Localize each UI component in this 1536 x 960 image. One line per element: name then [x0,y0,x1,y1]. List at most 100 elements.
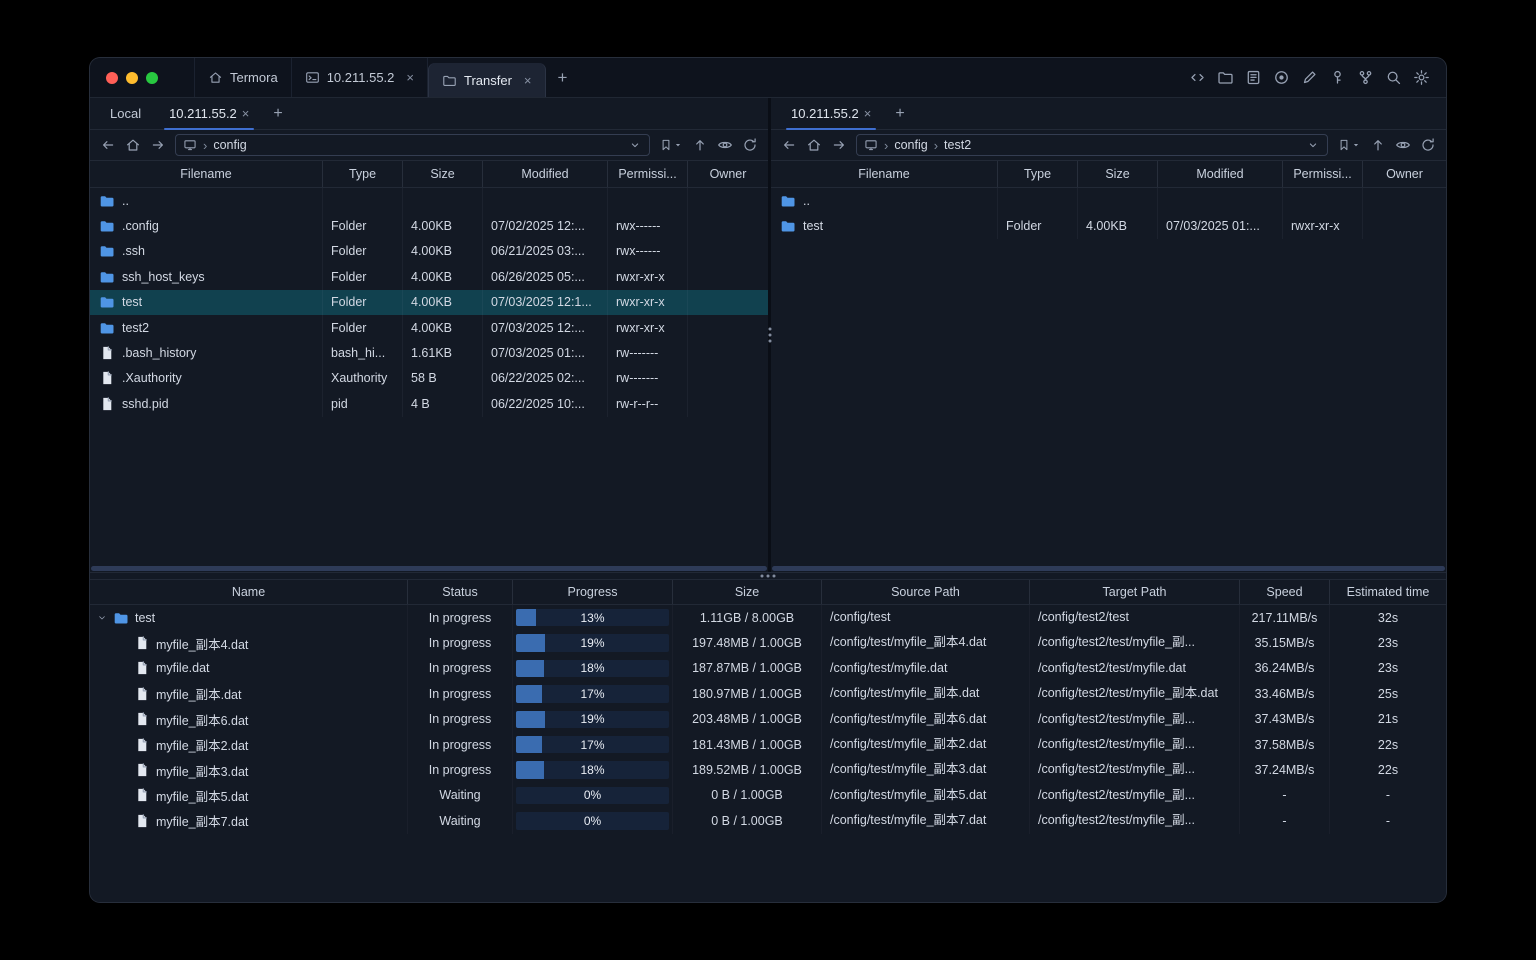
column-header-type[interactable]: Type [998,161,1078,187]
transfer-row-myfile.dat[interactable]: myfile.dat In progress 18% 187.87MB / 1.00G… [90,655,1446,682]
column-header-target-path[interactable]: Target Path [1030,580,1240,604]
splitter-grip-icon[interactable] [760,574,776,578]
vertical-splitter[interactable] [768,98,771,572]
transfer-row-test[interactable]: test In progress 13% 1.11GB / 8.00GB/config… [90,605,1446,631]
column-header-owner[interactable]: Owner [1363,161,1446,187]
new-window-tab-button[interactable]: + [546,68,580,88]
breadcrumb-segment[interactable]: config [213,138,246,152]
column-header-modified[interactable]: Modified [1158,161,1283,187]
column-header-status[interactable]: Status [408,580,513,604]
refresh-icon[interactable] [742,137,758,153]
chevron-down-icon[interactable] [628,138,642,152]
notebook-icon[interactable] [1245,69,1262,86]
scrollbar-thumb[interactable] [91,566,767,571]
branch-icon[interactable] [1357,69,1374,86]
window-tab-termora[interactable]: Termora [194,58,292,97]
splitter-grip-icon[interactable] [768,327,771,343]
file-row-test[interactable]: test Folder 4.00KB 07/03/2025 12:1... rwxr-x… [90,289,768,315]
record-icon[interactable] [1273,69,1290,86]
file-row-.bash-history[interactable]: .bash_history bash_hi... 1.61KB 07/03/2025 … [90,340,768,366]
file-row-.ssh[interactable]: .ssh Folder 4.00KB 06/21/2025 03:... rwx----… [90,238,768,265]
forward-icon[interactable] [150,137,166,153]
column-header-name[interactable]: Name [90,580,408,604]
eye-icon[interactable] [717,137,733,153]
pencil-icon[interactable] [1301,69,1318,86]
transfer-row-myfile-2.dat[interactable]: myfile_副本2.dat In progress 17% 181.43MB / 1… [90,731,1446,758]
file-row-sshd.pid[interactable]: sshd.pid pid 4 B 06/22/2025 10:... rw-r--r-- [90,391,768,417]
filename-label: test2 [122,320,150,335]
titlebar[interactable]: Termora 10.211.55.2 × Transfer × + [90,58,1446,98]
up-icon[interactable] [1370,137,1386,153]
back-icon[interactable] [781,137,797,153]
column-header-filename[interactable]: Filename [90,161,323,187]
close-tab-icon[interactable]: × [524,74,532,87]
file-row-test[interactable]: test Folder 4.00KB 07/03/2025 01:... rwxr-xr… [771,213,1446,239]
chevron-down-icon[interactable] [1306,138,1320,152]
transfer-row-myfile-6.dat[interactable]: myfile_副本6.dat In progress 19% 203.48MB / 1… [90,706,1446,732]
file-row-.xauthority[interactable]: .Xauthority Xauthority 58 B 06/22/2025 02:.… [90,365,768,392]
close-window-button[interactable] [106,71,118,84]
forward-icon[interactable] [831,137,847,153]
column-header-estimated-time[interactable]: Estimated time [1330,580,1446,604]
back-icon[interactable] [100,137,116,153]
window-tab-transfer[interactable]: Transfer × [428,63,546,97]
column-header-size[interactable]: Size [673,580,822,604]
gear-icon[interactable] [1413,69,1430,86]
transfer-row-myfile-5.dat[interactable]: myfile_副本5.dat Waiting 0% 0 B / 1.00GB/conf… [90,782,1446,809]
eye-icon[interactable] [1395,137,1411,153]
expand-icon[interactable] [97,613,107,623]
code-icon[interactable] [1189,69,1206,86]
file-fill-icon [134,686,150,702]
close-tab-icon[interactable]: × [864,107,872,120]
new-pane-tab-button[interactable]: + [263,98,292,129]
file-row-..[interactable]: .. [90,188,768,214]
key-icon[interactable] [1329,69,1346,86]
column-header-progress[interactable]: Progress [513,580,673,604]
column-header-permissi...[interactable]: Permissi... [1283,161,1363,187]
pane-tab-local[interactable]: Local [96,98,155,129]
home-icon[interactable] [806,137,822,153]
close-tab-icon[interactable]: × [242,107,250,120]
up-icon[interactable] [692,137,708,153]
column-header-speed[interactable]: Speed [1240,580,1330,604]
close-tab-icon[interactable]: × [406,71,414,84]
column-header-permissi...[interactable]: Permissi... [608,161,688,187]
scrollbar-thumb[interactable] [772,566,1445,571]
transfer-row-myfile-.dat[interactable]: myfile_副本.dat In progress 17% 180.97MB / 1.… [90,681,1446,707]
column-header-size[interactable]: Size [403,161,483,187]
breadcrumb-segment[interactable]: config [894,138,927,152]
window-tab-10.211.55.2[interactable]: 10.211.55.2 × [292,58,428,97]
file-row-ssh-host-keys[interactable]: ssh_host_keys Folder 4.00KB 06/26/2025 05:.… [90,264,768,290]
transfer-row-myfile-7.dat[interactable]: myfile_副本7.dat Waiting 0% 0 B / 1.00GB/conf… [90,808,1446,834]
column-header-type[interactable]: Type [323,161,403,187]
new-pane-tab-button[interactable]: + [885,98,914,129]
bookmark-button[interactable] [1337,138,1361,152]
transfer-row-myfile-4.dat[interactable]: myfile_副本4.dat In progress 19% 197.48MB / 1… [90,630,1446,656]
termora-window: Termora 10.211.55.2 × Transfer × + Local 10.2… [90,58,1446,902]
column-header-size[interactable]: Size [1078,161,1158,187]
home-icon[interactable] [125,137,141,153]
path-breadcrumb[interactable]: › config › test2 [856,134,1328,156]
horizontal-scrollbar[interactable] [90,565,768,572]
column-header-modified[interactable]: Modified [483,161,608,187]
minimize-window-button[interactable] [126,71,138,84]
file-row-test2[interactable]: test2 Folder 4.00KB 07/03/2025 12:... rwxr-x… [90,314,768,341]
breadcrumb-segment[interactable]: test2 [944,138,971,152]
bookmark-button[interactable] [659,138,683,152]
horizontal-scrollbar[interactable] [771,565,1446,572]
column-header-owner[interactable]: Owner [688,161,768,187]
folder-icon[interactable] [1217,69,1234,86]
column-header-filename[interactable]: Filename [771,161,998,187]
pane-tab-10.211.55.2[interactable]: 10.211.55.2 × [155,98,263,130]
zoom-window-button[interactable] [146,71,158,84]
horizontal-splitter[interactable] [90,572,1446,580]
file-fill-icon [99,370,115,386]
file-row-..[interactable]: .. [771,188,1446,214]
column-header-source-path[interactable]: Source Path [822,580,1030,604]
search-icon[interactable] [1385,69,1402,86]
refresh-icon[interactable] [1420,137,1436,153]
transfer-row-myfile-3.dat[interactable]: myfile_副本3.dat In progress 18% 189.52MB / 1… [90,757,1446,783]
pane-tab-10.211.55.2[interactable]: 10.211.55.2 × [777,98,885,130]
path-breadcrumb[interactable]: › config [175,134,650,156]
file-row-.config[interactable]: .config Folder 4.00KB 07/02/2025 12:... rwx-… [90,213,768,239]
